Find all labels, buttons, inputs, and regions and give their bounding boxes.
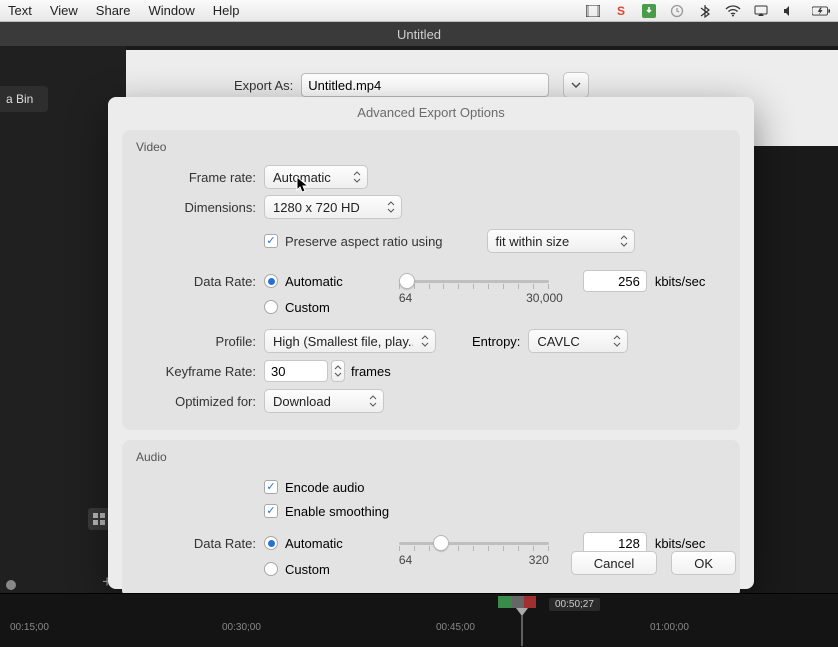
dimensions-select[interactable]: 1280 x 720 HD [264,195,402,219]
bluetooth-icon [696,4,714,18]
smoothing-label: Enable smoothing [285,504,389,519]
dimensions-label: Dimensions: [136,200,256,215]
optimized-value: Download [273,394,331,409]
export-location-dropdown[interactable] [563,72,589,98]
timeline-clip-grey[interactable] [512,596,524,608]
window-title: Untitled [0,22,838,46]
timemachine-icon [668,4,686,18]
timeline-mark: 00:45;00 [436,622,475,633]
timeline-mark: 00:30;00 [222,622,261,633]
video-datarate-auto-radio[interactable] [264,274,278,288]
dialog-title: Advanced Export Options [108,97,754,124]
video-section: Video Frame rate: Automatic Dimensions: … [122,130,740,430]
video-datarate-custom-radio[interactable] [264,300,278,314]
menu-share[interactable]: Share [96,3,131,18]
framerate-select[interactable]: Automatic [264,165,368,189]
download-icon [640,4,658,18]
chevron-updown-icon [613,334,621,348]
video-datarate-custom-label: Custom [285,300,330,315]
video-heading: Video [136,140,726,154]
video-datarate-auto-label: Automatic [285,274,343,289]
chevron-updown-icon [620,234,628,248]
fit-mode-select[interactable]: fit within size [487,229,635,253]
export-as-label: Export As: [234,78,293,93]
encode-audio-checkbox[interactable] [264,480,278,494]
entropy-select[interactable]: CAVLC [528,329,628,353]
video-bitrate-unit: kbits/sec [655,274,706,289]
entropy-label: Entropy: [472,334,520,349]
dimensions-value: 1280 x 720 HD [273,200,360,215]
audio-slider-max: 320 [529,553,549,567]
chevron-updown-icon [421,334,429,348]
audio-datarate-custom-radio[interactable] [264,562,278,576]
audio-datarate-auto-label: Automatic [285,536,343,551]
wifi-icon [724,4,742,18]
optimized-select[interactable]: Download [264,389,384,413]
timeline-mark: 00:15;00 [10,622,49,633]
keyframe-label: Keyframe Rate: [136,364,256,379]
optimized-label: Optimized for: [136,394,256,409]
profile-select[interactable]: High (Smallest file, play... [264,329,436,353]
timeline-mark: 01:00;00 [650,622,689,633]
framerate-label: Frame rate: [136,170,256,185]
video-slider-min: 64 [399,291,412,305]
chevron-updown-icon [387,200,395,214]
timeline-clip-green[interactable] [498,596,512,608]
framerate-value: Automatic [273,170,331,185]
menu-view[interactable]: View [50,3,78,18]
preserve-aspect-label: Preserve aspect ratio using [285,234,443,249]
audio-datarate-auto-radio[interactable] [264,536,278,550]
export-filename-field[interactable] [301,73,549,97]
audio-heading: Audio [136,450,726,464]
video-bitrate-slider[interactable]: 64 30,000 [399,269,549,293]
timeline[interactable]: 00:50;27 00:15;00 00:30;00 00:45;00 01:0… [0,593,838,647]
playhead-timecode: 00:50;27 [549,598,600,611]
audio-slider-min: 64 [399,553,412,567]
audio-bitrate-slider[interactable]: 64 320 [399,531,549,555]
grid-view-button[interactable] [88,508,110,530]
video-slider-max: 30,000 [526,291,563,305]
airplay-icon [752,4,770,18]
bin-tab[interactable]: a Bin [0,86,48,112]
video-datarate-label: Data Rate: [136,274,256,289]
keyframe-field[interactable]: 30 [264,360,328,382]
entropy-value: CAVLC [537,334,579,349]
advanced-export-dialog: Advanced Export Options Video Frame rate… [108,97,754,589]
audio-datarate-custom-label: Custom [285,562,330,577]
smoothing-checkbox[interactable] [264,504,278,518]
record-dot [6,580,16,590]
menu-text[interactable]: Text [8,3,32,18]
chevron-updown-icon [353,170,361,184]
menu-help[interactable]: Help [213,3,240,18]
chevron-updown-icon [369,394,377,408]
menubar: Text View Share Window Help S [0,0,838,22]
cancel-button[interactable]: Cancel [571,551,657,575]
battery-icon [812,4,830,18]
volume-icon [780,4,798,18]
audio-bitrate-unit: kbits/sec [655,536,706,551]
encode-audio-label: Encode audio [285,480,365,495]
profile-label: Profile: [136,334,256,349]
fit-mode-value: fit within size [496,234,570,249]
ok-button[interactable]: OK [671,551,736,575]
profile-value: High (Smallest file, play... [273,334,413,349]
film-icon [584,4,602,18]
keyframe-stepper[interactable] [331,360,345,382]
s-icon: S [612,4,630,18]
menu-window[interactable]: Window [149,3,195,18]
timeline-clip-red[interactable] [524,596,536,608]
preserve-aspect-checkbox[interactable] [264,234,278,248]
audio-datarate-label: Data Rate: [136,536,256,551]
keyframe-unit: frames [351,364,391,379]
video-bitrate-field[interactable]: 256 [583,270,647,292]
